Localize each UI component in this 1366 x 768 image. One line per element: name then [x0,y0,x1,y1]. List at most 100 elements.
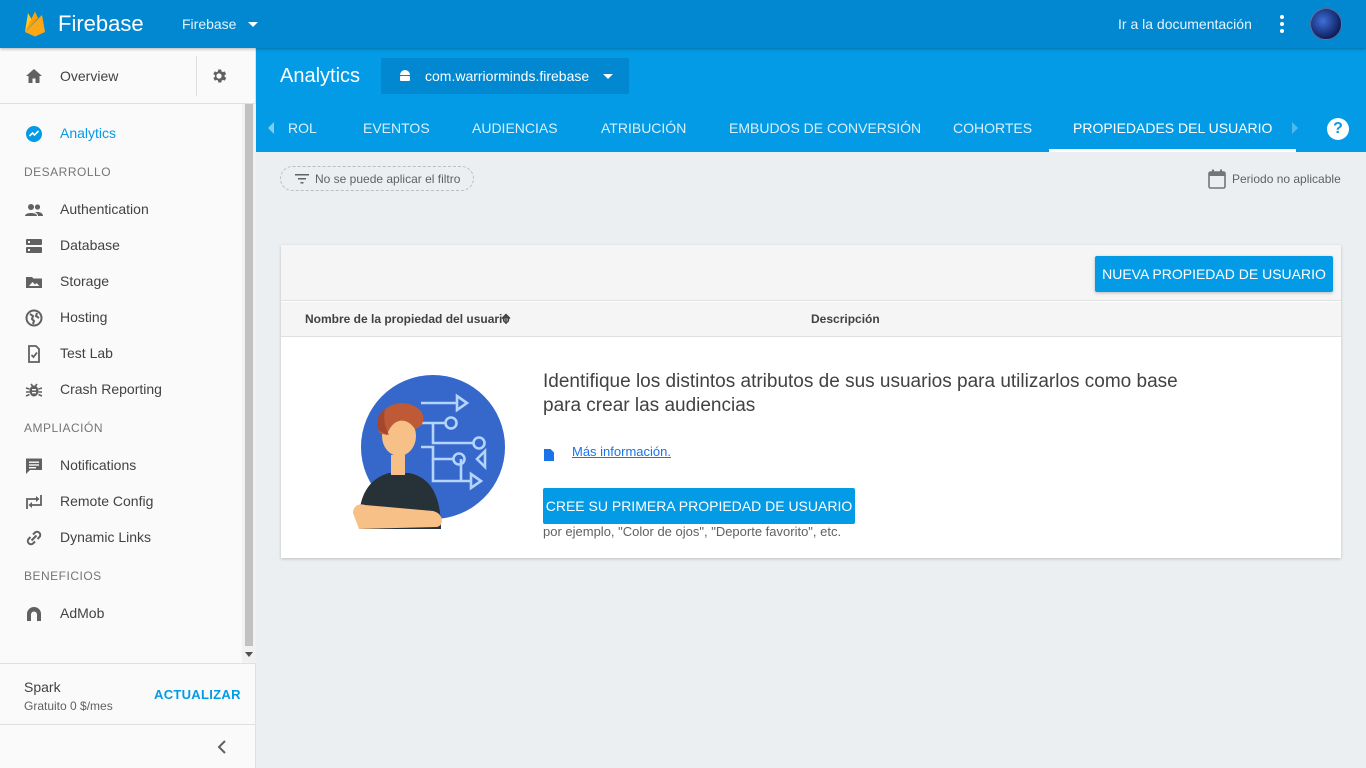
filter-chip[interactable]: No se puede aplicar el filtro [280,166,474,191]
analytics-icon [26,126,42,142]
sidebar-item-storage[interactable]: Storage [0,264,240,300]
message-icon [26,458,42,474]
tab-label: ROL [288,120,317,136]
sidebar-item-label: Hosting [60,309,108,325]
example-hint: por ejemplo, "Color de ojos", "Deporte f… [543,524,842,539]
tab-cohortes[interactable]: COHORTES [953,104,1032,152]
chevron-left-icon[interactable] [216,740,228,754]
user-properties-illustration [353,375,505,529]
user-properties-card: NUEVA PROPIEDAD DE USUARIO Nombre de la … [281,245,1341,558]
section-header-develop: DESARROLLO [24,165,112,179]
sidebar-item-hosting[interactable]: Hosting [0,300,240,336]
sidebar-collapse-row [0,724,256,768]
tab-propiedades-del-usuario[interactable]: PROPIEDADES DEL USUARIO [1049,104,1297,152]
tab-label: EMBUDOS DE CONVERSIÓN [729,120,922,136]
tab-atribucion[interactable]: ATRIBUCIÓN [601,104,686,152]
sidebar-scrollbar[interactable] [242,104,256,664]
sidebar-item-dynamic-links[interactable]: Dynamic Links [0,520,240,556]
tab-label: ATRIBUCIÓN [601,120,687,136]
document-icon [544,449,554,461]
brand-name[interactable]: Firebase [58,11,144,37]
sidebar-item-label: Crash Reporting [60,381,162,397]
link-icon [26,530,42,546]
sidebar-item-label: Test Lab [60,345,113,361]
admob-icon [27,607,41,621]
tab-label: COHORTES [953,120,1033,136]
app-selector-label: com.warriorminds.firebase [425,68,590,84]
table-header: Nombre de la propiedad del usuario Descr… [281,302,1341,337]
sidebar-item-label: Dynamic Links [60,529,152,545]
column-header-name[interactable]: Nombre de la propiedad del usuario [305,312,510,326]
help-icon[interactable]: ? [1327,118,1349,140]
card-header: NUEVA PROPIEDAD DE USUARIO [281,245,1341,301]
project-switcher[interactable]: Firebase [182,16,259,32]
sidebar: Overview Analytics DESARROLLO Authentica… [0,48,256,768]
more-vert-icon[interactable] [1272,14,1292,34]
sidebar-item-authentication[interactable]: Authentication [0,192,240,228]
sidebar-item-admob[interactable]: AdMob [0,596,240,632]
sidebar-item-label: AdMob [60,605,105,621]
analytics-header: Analytics com.warriorminds.firebase ROL … [256,48,1366,152]
tab-label: AUDIENCIAS [472,120,558,136]
test-lab-icon [28,345,40,363]
sidebar-overview-row: Overview [0,48,256,104]
sidebar-item-notifications[interactable]: Notifications [0,448,240,484]
arrow-up-icon[interactable] [500,313,512,325]
database-icon [26,239,42,253]
globe-icon [25,309,43,327]
sidebar-item-label: Authentication [60,201,149,217]
tab-label: EVENTOS [363,120,430,136]
plan-panel: Spark Gratuito 0 $/mes ACTUALIZAR [0,663,256,723]
section-header-earn: BENEFICIOS [24,569,102,583]
project-switcher-label: Firebase [182,16,237,32]
top-app-bar: Firebase Firebase Ir a la documentación [0,0,1366,48]
sidebar-item-label: Remote Config [60,493,154,509]
storage-photo-icon [26,277,42,288]
remote-config-icon [26,495,42,509]
divider [196,56,197,96]
plan-name: Spark [24,679,61,695]
page-title: Analytics [280,65,361,87]
sidebar-item-label: Database [60,237,120,253]
filter-list-icon [295,174,309,184]
sidebar-item-remote-config[interactable]: Remote Config [0,484,240,520]
sidebar-item-overview[interactable]: Overview [0,48,196,104]
tab-embudos-de-conversion[interactable]: EMBUDOS DE CONVERSIÓN [729,104,921,152]
docs-link[interactable]: Ir a la documentación [1118,16,1252,32]
tab-eventos[interactable]: EVENTOS [363,104,430,152]
active-tab-indicator [1049,149,1297,152]
calendar-icon [1208,169,1226,189]
tab-scroll-left-icon[interactable] [268,122,274,134]
new-user-property-button[interactable]: NUEVA PROPIEDAD DE USUARIO [1095,256,1333,292]
filter-chip-label: No se puede aplicar el filtro [315,172,461,186]
sidebar-item-label: Analytics [60,125,117,141]
upgrade-button[interactable]: ACTUALIZAR [154,687,241,702]
scrollbar-thumb[interactable] [245,104,253,646]
tab-scroll-right-icon[interactable] [1292,122,1298,134]
column-header-description: Descripción [811,312,880,326]
sidebar-item-crash-reporting[interactable]: Crash Reporting [0,372,240,408]
bug-icon [25,383,43,397]
section-header-grow: AMPLIACIÓN [24,421,104,435]
sidebar-item-label: Storage [60,273,110,289]
chevron-down-icon [603,74,613,79]
create-first-property-button[interactable]: CREE SU PRIMERA PROPIEDAD DE USUARIO [543,488,855,524]
gear-icon[interactable] [210,67,228,85]
sidebar-item-analytics[interactable]: Analytics [0,116,240,152]
tab-audiencias[interactable]: AUDIENCIAS [472,104,558,152]
sidebar-item-database[interactable]: Database [0,228,240,264]
sidebar-item-label: Notifications [60,457,137,473]
app-selector[interactable]: com.warriorminds.firebase [381,58,629,94]
empty-state-title: Identifique los distintos atributos de s… [543,371,1178,416]
avatar[interactable] [1310,8,1342,40]
plan-price: Gratuito 0 $/mes [24,699,113,713]
tab-bar: ROL EVENTOS AUDIENCIAS ATRIBUCIÓN EMBUDO… [256,104,1366,152]
period-label: Periodo no aplicable [1232,172,1341,186]
tab-label: PROPIEDADES DEL USUARIO [1073,120,1273,136]
scroll-down-arrow-icon[interactable] [245,652,253,657]
firebase-logo-icon[interactable] [24,11,46,37]
sidebar-item-test-lab[interactable]: Test Lab [0,336,240,372]
tab-rol[interactable]: ROL [288,104,317,152]
more-info-link[interactable]: Más información. [572,444,671,459]
home-icon [26,69,42,83]
